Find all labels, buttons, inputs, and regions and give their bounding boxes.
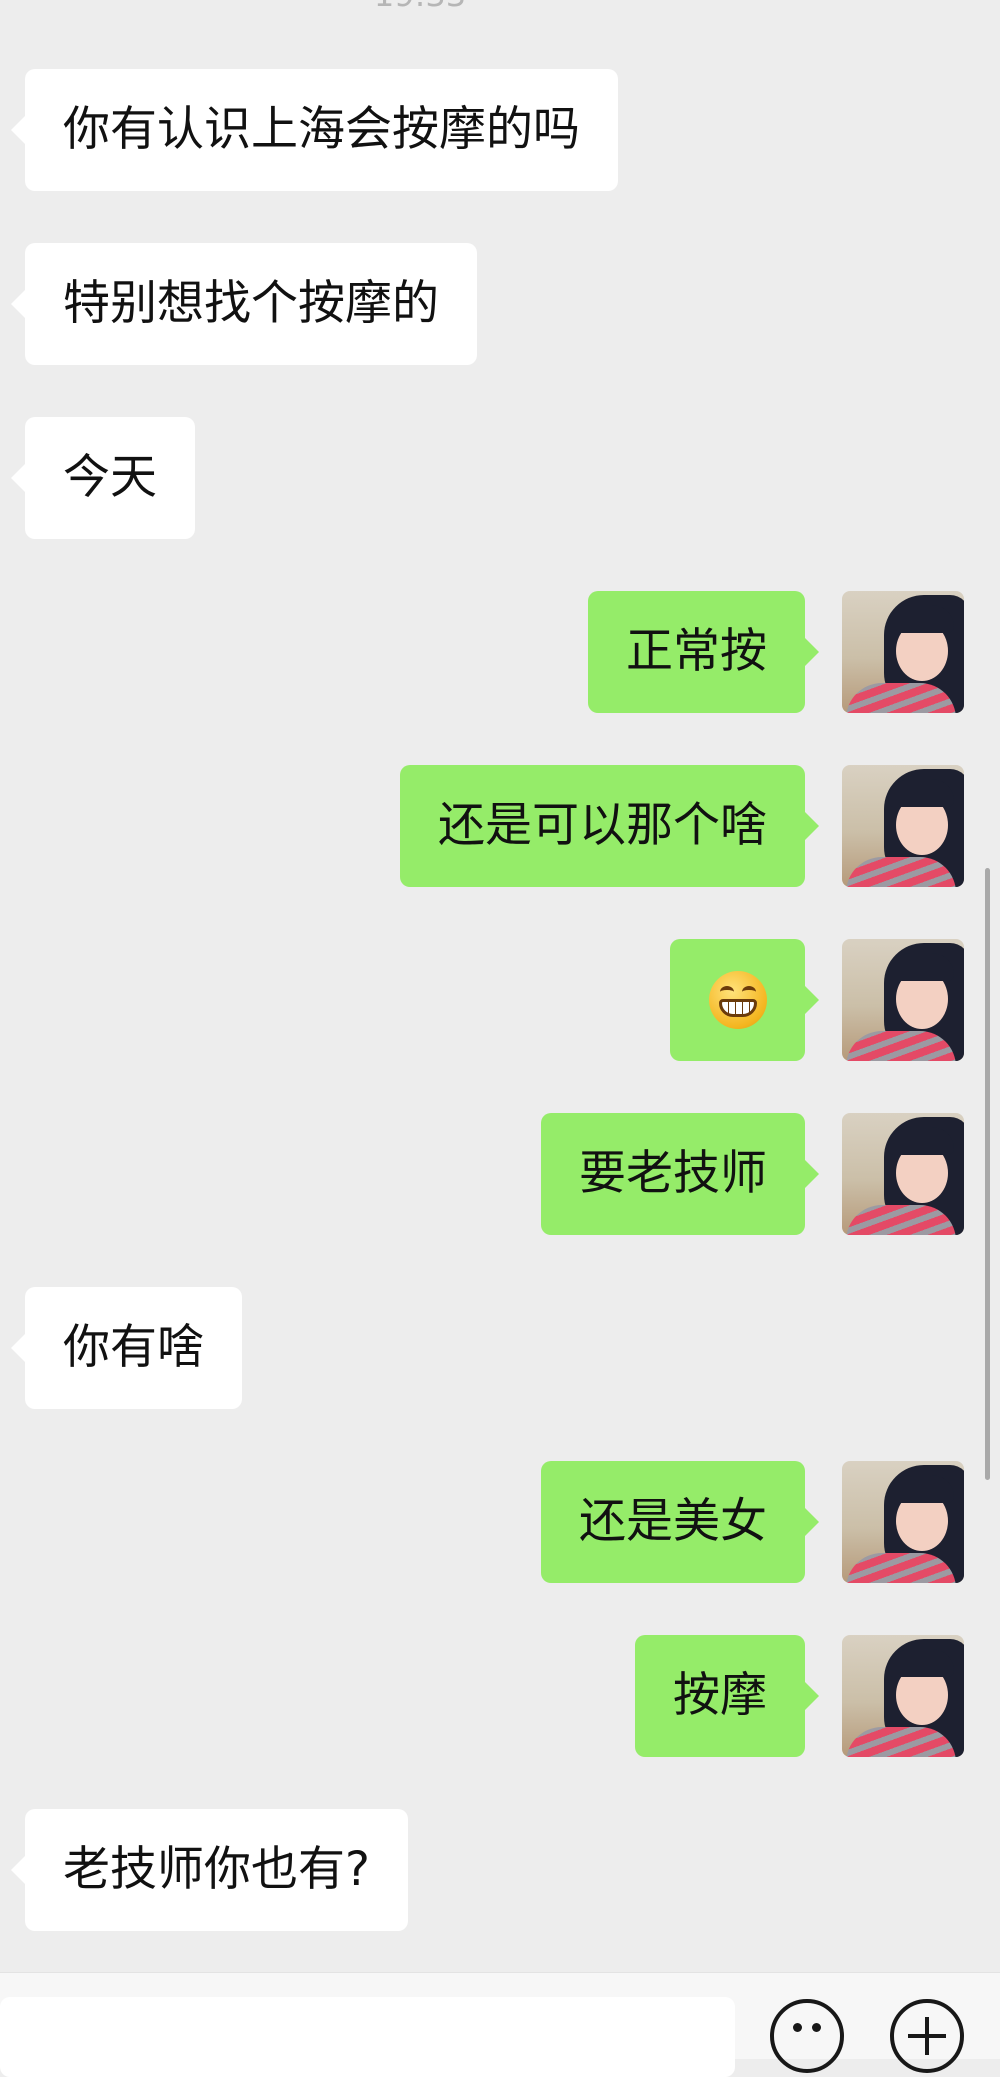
user-avatar[interactable] — [842, 591, 964, 713]
message-row: 按摩 — [0, 1635, 1000, 1757]
outgoing-message-bubble[interactable]: 正常按 — [588, 591, 819, 713]
message-row: 你有啥 — [0, 1287, 1000, 1409]
message-input[interactable] — [0, 1997, 735, 2077]
incoming-message-bubble[interactable]: 你有啥 — [11, 1287, 242, 1409]
user-avatar[interactable] — [842, 1461, 964, 1583]
outgoing-message-bubble[interactable]: 还是美女 — [541, 1461, 819, 1583]
message-row: 老技师你也有? — [0, 1809, 1000, 1931]
message-row: 要老技师 — [0, 1113, 1000, 1235]
outgoing-message-bubble[interactable]: 要老技师 — [541, 1113, 819, 1235]
incoming-message-bubble[interactable]: 特别想找个按摩的 — [11, 243, 477, 365]
incoming-message-bubble[interactable]: 老技师你也有? — [11, 1809, 408, 1931]
emoji-icon[interactable] — [770, 1999, 844, 2073]
message-row: 还是可以那个啥 — [0, 765, 1000, 887]
plus-icon[interactable] — [890, 1999, 964, 2073]
incoming-message-bubble[interactable]: 你有认识上海会按摩的吗 — [11, 69, 618, 191]
message-row: 特别想找个按摩的 — [0, 243, 1000, 365]
incoming-message-bubble[interactable]: 今天 — [11, 417, 195, 539]
message-row: 你有认识上海会按摩的吗 — [0, 69, 1000, 191]
user-avatar[interactable] — [842, 939, 964, 1061]
outgoing-emoji-bubble[interactable] — [670, 939, 819, 1061]
user-avatar[interactable] — [842, 1635, 964, 1757]
message-row: 正常按 — [0, 591, 1000, 713]
message-row: 还是美女 — [0, 1461, 1000, 1583]
grinning-face-emoji-icon — [708, 970, 767, 1029]
message-row — [0, 939, 1000, 1061]
message-row: 今天 — [0, 417, 1000, 539]
input-bar — [0, 1972, 1000, 2077]
outgoing-message-bubble[interactable]: 按摩 — [635, 1635, 819, 1757]
outgoing-message-bubble[interactable]: 还是可以那个啥 — [400, 765, 819, 887]
scrollbar[interactable] — [985, 868, 990, 1480]
user-avatar[interactable] — [842, 765, 964, 887]
user-avatar[interactable] — [842, 1113, 964, 1235]
timestamp: 19:33 — [0, 0, 840, 14]
